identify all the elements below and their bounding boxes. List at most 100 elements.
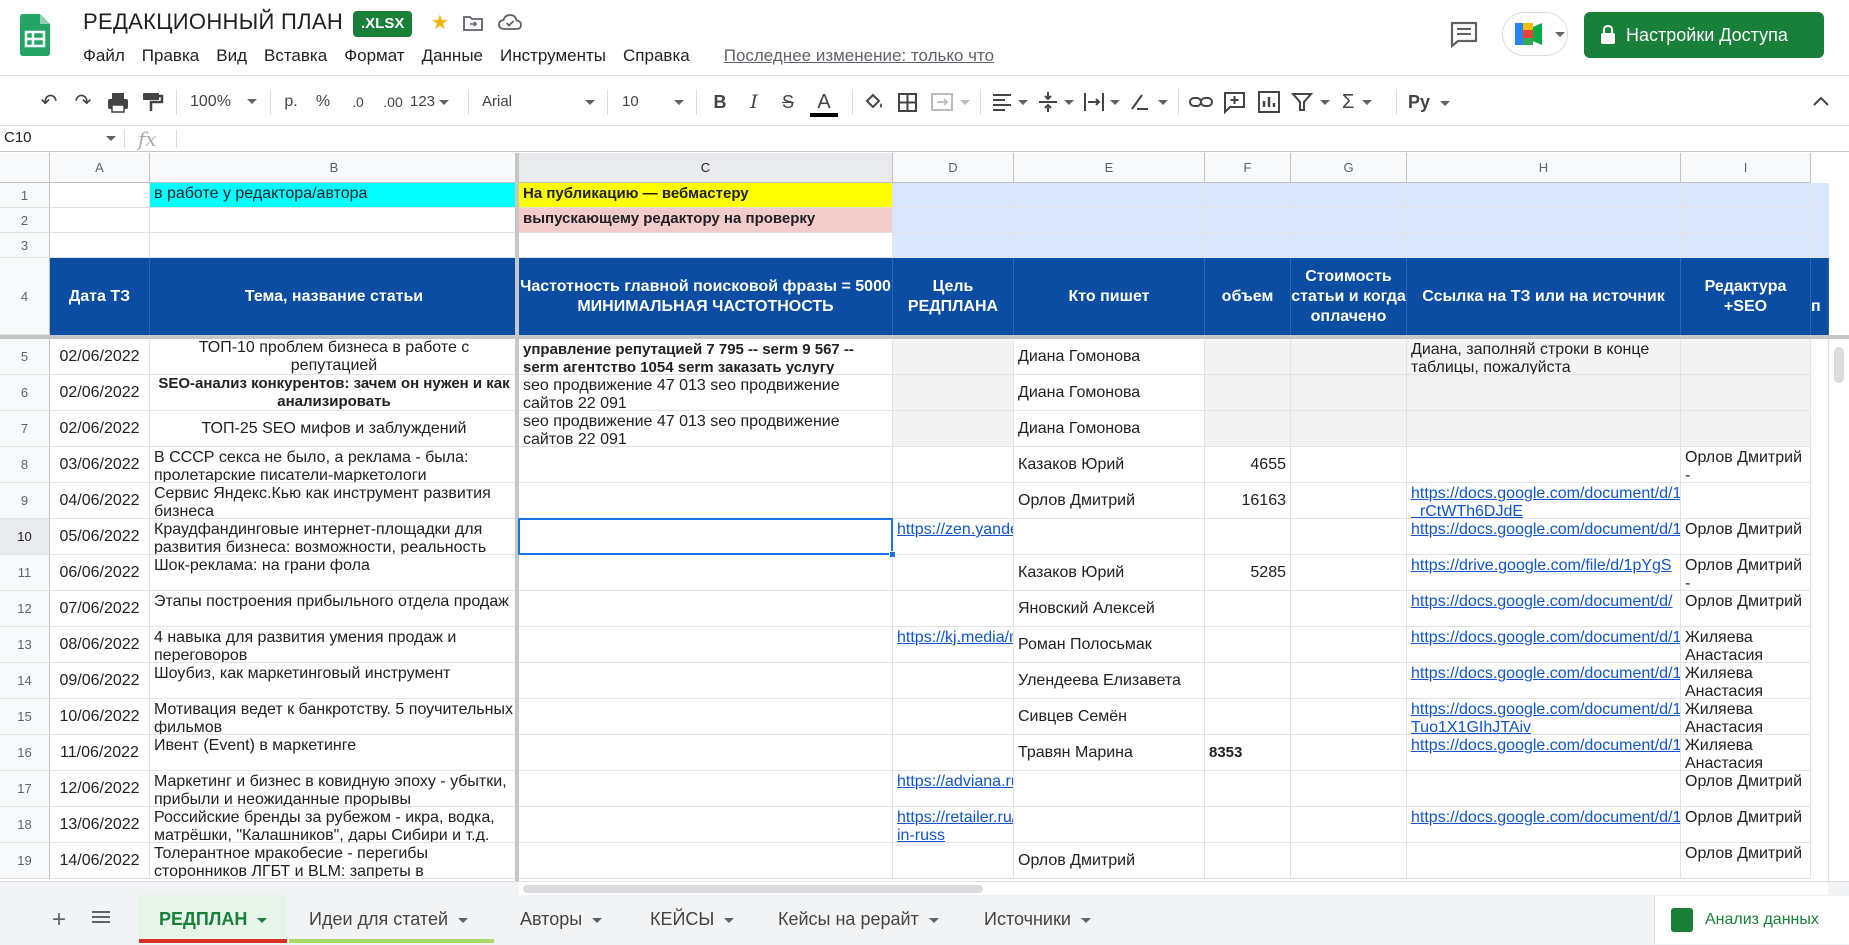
cell-g[interactable]: [1291, 699, 1407, 735]
cell-i[interactable]: Орлов Дмитрий: [1681, 519, 1811, 555]
cell-g[interactable]: [1291, 555, 1407, 591]
row-header[interactable]: 19: [0, 843, 50, 879]
cell-d[interactable]: [893, 375, 1014, 411]
cell-f[interactable]: [1205, 699, 1291, 735]
chevron-down-icon[interactable]: [928, 917, 939, 923]
cell[interactable]: [150, 208, 519, 233]
cell-c[interactable]: seo продвижение 47 013 seo продвижение с…: [519, 411, 893, 447]
column-header-h[interactable]: H: [1407, 153, 1681, 183]
cell-h[interactable]: https://docs.google.com/document/d/13QFi…: [1407, 627, 1681, 663]
cell-c[interactable]: управление репутацией 7 795 -- serm 9 56…: [519, 339, 893, 375]
sheet-tab[interactable]: Авторы: [500, 895, 624, 943]
cell[interactable]: [1014, 233, 1205, 258]
header-cell-g[interactable]: Стоимость статьи и когда оплачено: [1291, 258, 1407, 335]
menu-help[interactable]: Справка: [623, 44, 698, 68]
increase-decimal-button[interactable]: .00: [378, 89, 408, 115]
cell-f[interactable]: [1205, 843, 1291, 879]
cell-f[interactable]: [1205, 771, 1291, 807]
cell-f[interactable]: 16163: [1205, 483, 1291, 519]
borders-icon[interactable]: [896, 89, 920, 115]
cell-e[interactable]: Казаков Юрий: [1014, 555, 1205, 591]
star-icon[interactable]: ★: [427, 10, 453, 36]
cell-i[interactable]: Жиляева Анастасия: [1681, 735, 1811, 771]
column-header-d[interactable]: D: [893, 153, 1014, 183]
cell[interactable]: [1291, 183, 1407, 208]
cell-b[interactable]: Мотивация ведет к банкротству. 5 поучите…: [150, 699, 519, 735]
cell-e[interactable]: Роман Полосьмак: [1014, 627, 1205, 663]
formula-input[interactable]: [180, 126, 1820, 152]
bold-icon[interactable]: B: [708, 89, 732, 115]
percent-format-button[interactable]: %: [312, 89, 334, 115]
cell-g[interactable]: [1291, 375, 1407, 411]
menu-format[interactable]: Формат: [344, 44, 412, 68]
cell[interactable]: [150, 233, 519, 258]
cell-d[interactable]: https://zen.yandex.ru/media/c: [893, 519, 1014, 555]
strikethrough-icon[interactable]: S: [776, 89, 800, 115]
text-wrapping-icon[interactable]: [1082, 89, 1124, 115]
paint-format-icon[interactable]: [140, 89, 164, 115]
cell-f[interactable]: 5285: [1205, 555, 1291, 591]
menu-tools[interactable]: Инструменты: [500, 44, 614, 68]
row-header[interactable]: 3: [0, 233, 50, 258]
cell-g[interactable]: [1291, 735, 1407, 771]
cell[interactable]: [893, 208, 1014, 233]
all-sheets-icon[interactable]: [92, 910, 110, 924]
more-formats-select[interactable]: 123: [410, 89, 460, 115]
cell-d[interactable]: [893, 663, 1014, 699]
cell-i[interactable]: Орлов Дмитрий: [1681, 843, 1811, 879]
cell-a[interactable]: 10/06/2022: [50, 699, 150, 735]
cell-f[interactable]: [1205, 591, 1291, 627]
cell-b[interactable]: Российские бренды за рубежом - икра, вод…: [150, 807, 519, 843]
fill-color-icon[interactable]: [862, 89, 886, 115]
cell-g[interactable]: [1291, 843, 1407, 879]
row-header[interactable]: 10: [0, 519, 50, 555]
cell[interactable]: [893, 183, 1014, 208]
decrease-decimal-button[interactable]: .0: [344, 89, 372, 115]
row-header[interactable]: 11: [0, 555, 50, 591]
cloud-saved-icon[interactable]: [498, 12, 522, 34]
header-cell-d[interactable]: Цель РЕДПЛАНА: [893, 258, 1014, 335]
cell-i[interactable]: Орлов Дмитрий: [1681, 807, 1811, 843]
cell-d[interactable]: [893, 411, 1014, 447]
row-header[interactable]: 14: [0, 663, 50, 699]
cell-g[interactable]: [1291, 591, 1407, 627]
cell-h[interactable]: [1407, 843, 1681, 879]
cell-b[interactable]: Шок-реклама: на грани фола: [150, 555, 519, 591]
cell-a[interactable]: 07/06/2022: [50, 591, 150, 627]
cell-b[interactable]: Толерантное мракобесие - перегибы сторон…: [150, 843, 519, 879]
cell[interactable]: [50, 208, 150, 233]
cell-e[interactable]: Казаков Юрий: [1014, 447, 1205, 483]
cell-h[interactable]: https://docs.google.com/document/d/1nnTY…: [1407, 663, 1681, 699]
menu-data[interactable]: Данные: [422, 44, 491, 68]
cell-e[interactable]: [1014, 807, 1205, 843]
cell-b[interactable]: Шоубиз, как маркетинговый инструмент: [150, 663, 519, 699]
cell-c[interactable]: [519, 699, 893, 735]
header-cell-j[interactable]: п: [1811, 258, 1829, 335]
last-edit-link[interactable]: Последнее изменение: только что: [724, 44, 994, 68]
cell-d[interactable]: https://adviana.ru/blog/oprlavn: [893, 771, 1014, 807]
cell[interactable]: [1407, 183, 1681, 208]
cell-e[interactable]: [1014, 771, 1205, 807]
cell-a[interactable]: 11/06/2022: [50, 735, 150, 771]
cell-f[interactable]: 4655: [1205, 447, 1291, 483]
collapse-toolbar-icon[interactable]: [1810, 89, 1832, 115]
cell[interactable]: [1014, 183, 1205, 208]
header-cell-i[interactable]: Редактура +SEO: [1681, 258, 1811, 335]
chevron-down-icon[interactable]: [724, 917, 735, 923]
share-button[interactable]: Настройки Доступа: [1584, 12, 1824, 58]
cell-h[interactable]: https://drive.google.com/file/d/1pYgS: [1407, 555, 1681, 591]
zoom-select[interactable]: 100%: [190, 89, 260, 115]
cell-h[interactable]: https://docs.google.com/document/d/1Sz5F…: [1407, 699, 1681, 735]
column-header-a[interactable]: A: [50, 153, 150, 183]
menu-edit[interactable]: Правка: [142, 44, 207, 68]
cell[interactable]: [893, 233, 1014, 258]
chevron-down-icon[interactable]: [1080, 917, 1091, 923]
fill-handle[interactable]: [889, 551, 896, 558]
text-color-icon[interactable]: A: [810, 89, 838, 117]
redo-icon[interactable]: ↷: [70, 89, 96, 115]
cell-a[interactable]: 09/06/2022: [50, 663, 150, 699]
cell[interactable]: [519, 233, 893, 258]
cell-b[interactable]: Ивент (Event) в маркетинге: [150, 735, 519, 771]
menu-file[interactable]: Файл: [83, 44, 133, 68]
horizontal-scroll-thumb[interactable]: [523, 885, 983, 893]
